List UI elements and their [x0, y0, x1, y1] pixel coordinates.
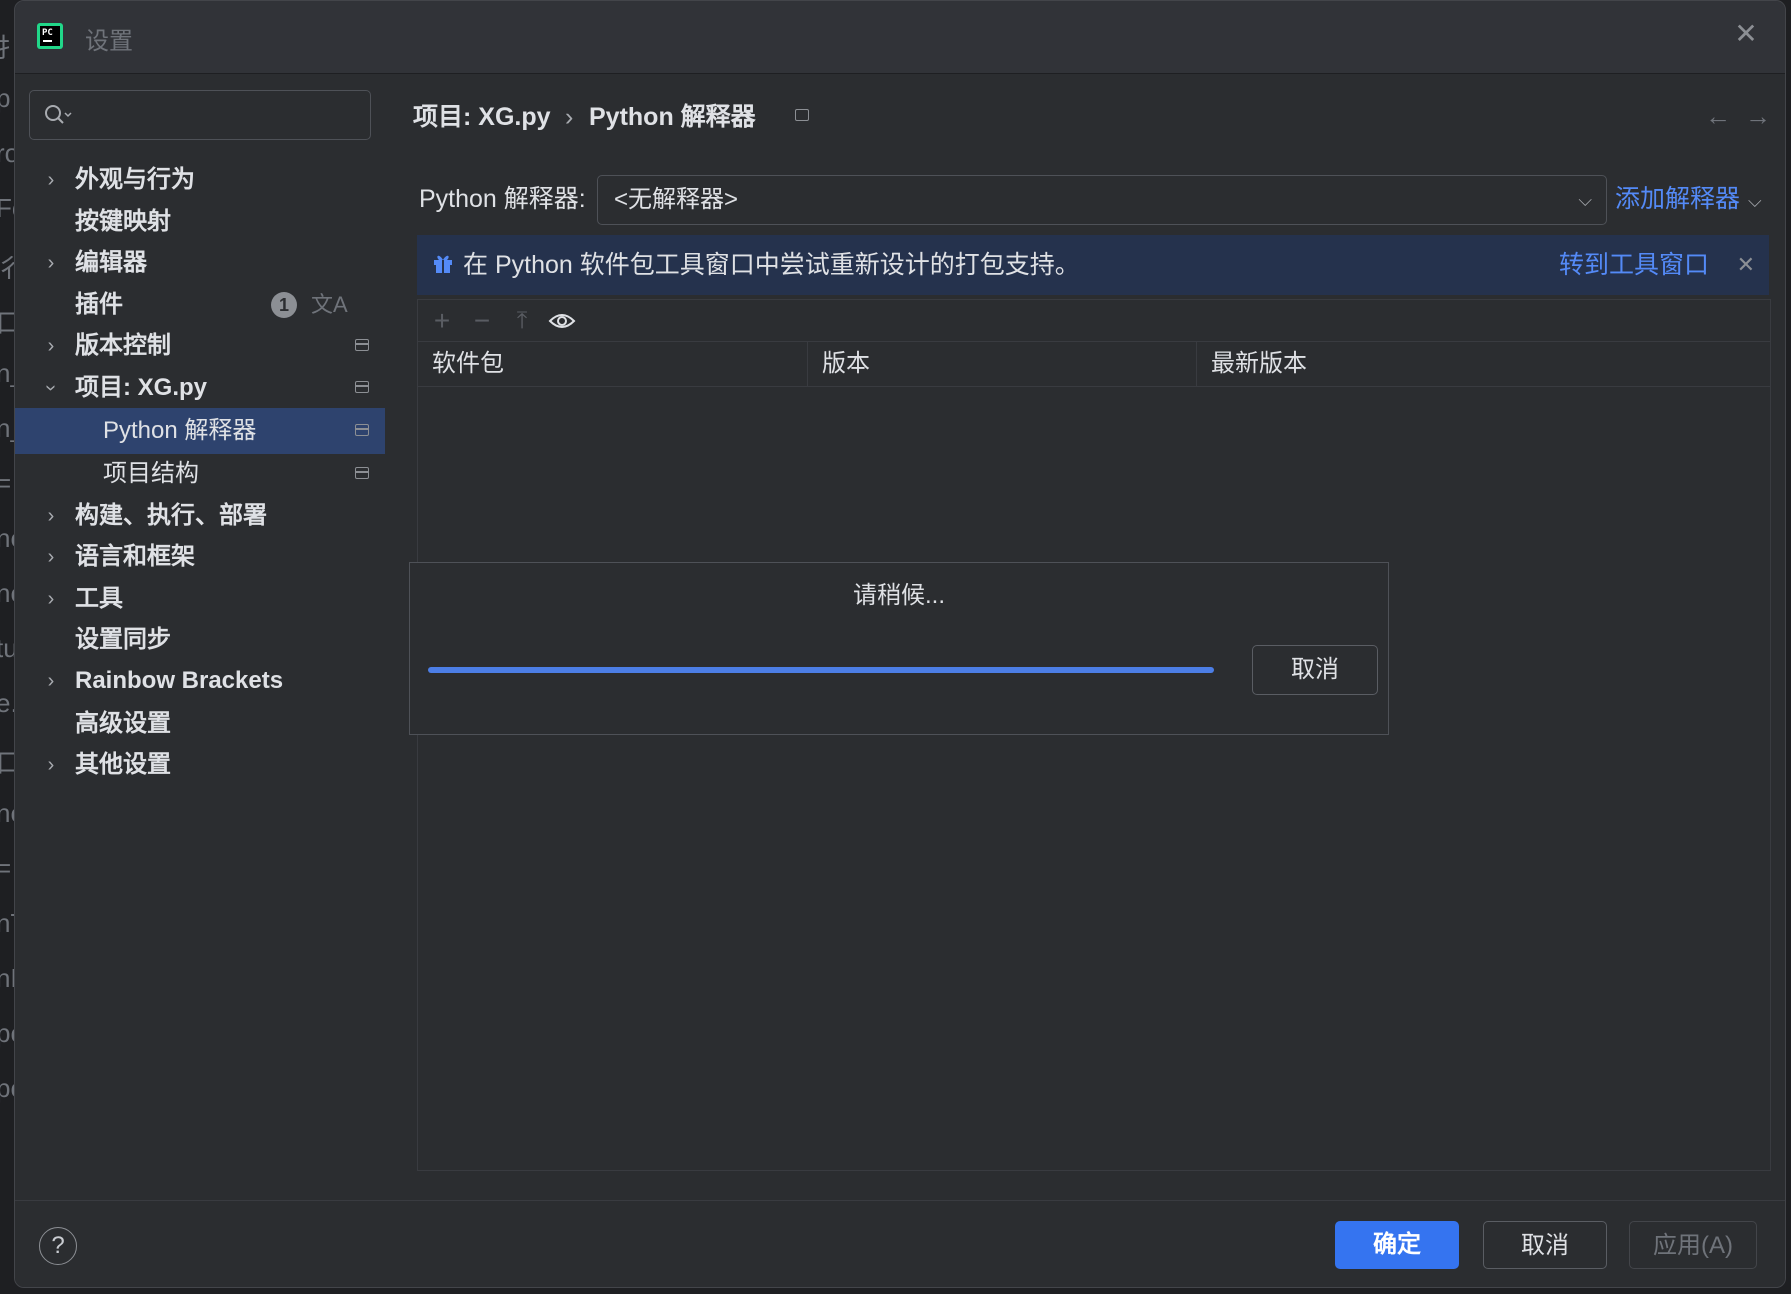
interpreter-select[interactable]: <无解释器> ⌵ — [597, 175, 1607, 225]
window-title: 设置 — [85, 28, 133, 55]
search-input[interactable] — [29, 90, 371, 140]
show-early-releases-icon[interactable] — [542, 300, 582, 342]
pycharm-logo-icon: PC — [37, 23, 63, 49]
upgrade-package-icon[interactable]: ⤒ — [502, 300, 542, 342]
breadcrumb-project[interactable]: 项目: XG.py — [413, 97, 551, 137]
chevron-right-icon: › — [47, 252, 55, 274]
sidebar-item-rainbow-brackets[interactable]: › Rainbow Brackets — [15, 658, 385, 704]
sidebar-item-appearance[interactable]: › 外观与行为 — [15, 157, 385, 203]
gift-icon — [434, 255, 452, 273]
project-scope-icon — [355, 381, 369, 393]
add-interpreter-label: 添加解释器 — [1615, 185, 1741, 213]
project-scope-icon — [355, 467, 369, 479]
background-code-fragment: = — [0, 468, 12, 498]
nav-arrows: ← → — [1691, 101, 1771, 132]
interpreter-label: Python 解释器: — [419, 185, 586, 213]
add-interpreter-link[interactable]: 添加解释器 ⌵ — [1615, 177, 1762, 223]
title-bar: PC 设置 ✕ — [15, 1, 1785, 74]
sidebar-item-tools[interactable]: › 工具 — [15, 576, 385, 622]
sidebar-item-project[interactable]: › 项目: XG.py — [15, 365, 385, 411]
project-scope-icon — [355, 339, 369, 351]
banner-close-icon[interactable]: ✕ — [1737, 235, 1755, 295]
background-code-fragment: = — [0, 853, 12, 883]
chevron-right-icon: › — [47, 588, 55, 610]
sidebar-item-other[interactable]: › 其他设置 — [15, 742, 385, 788]
forward-arrow-icon[interactable]: → — [1745, 101, 1771, 131]
sidebar-item-vcs[interactable]: › 版本控制 — [15, 323, 385, 369]
column-header-version[interactable]: 版本 — [808, 342, 1197, 386]
add-package-icon[interactable]: + — [422, 300, 462, 342]
help-icon[interactable]: ? — [39, 1227, 77, 1265]
packages-toolbar: + − ⤒ — [417, 299, 1771, 342]
wait-message: 请稍候... — [852, 582, 945, 609]
banner-text: 在 Python 软件包工具窗口中尝试重新设计的打包支持。 — [463, 251, 1080, 279]
sidebar-item-build[interactable]: › 构建、执行、部署 — [15, 493, 385, 539]
chevron-right-icon: › — [47, 670, 55, 692]
ok-button[interactable]: 确定 — [1335, 1221, 1459, 1269]
cancel-button[interactable]: 取消 — [1483, 1221, 1607, 1269]
chevron-right-icon: › — [47, 335, 55, 357]
sidebar-item-languages[interactable]: › 语言和框架 — [15, 534, 385, 580]
dialog-footer: ? 确定 取消 应用(A) — [15, 1200, 1785, 1287]
chevron-right-icon: › — [47, 546, 55, 568]
packages-table: 软件包 版本 最新版本 — [417, 341, 1771, 1171]
sidebar-item-advanced[interactable]: 高级设置 — [15, 701, 385, 747]
chevron-right-icon: › — [47, 505, 55, 527]
packaging-banner: 在 Python 软件包工具窗口中尝试重新设计的打包支持。 转到工具窗口 ✕ — [417, 235, 1769, 295]
remove-package-icon[interactable]: − — [462, 300, 502, 342]
project-scope-icon — [355, 424, 369, 436]
background-editor-strip: 扌proFo彳口n_n_=nenetue.口ne=nTnEpcpc — [0, 0, 28, 1294]
background-code-fragment: p — [0, 83, 11, 113]
chevron-right-icon: › — [47, 169, 55, 191]
column-header-package[interactable]: 软件包 — [418, 342, 808, 386]
go-to-tool-window-link[interactable]: 转到工具窗口 — [1559, 235, 1709, 295]
progress-bar — [428, 667, 1214, 673]
sidebar-item-settings-sync[interactable]: 设置同步 — [15, 617, 385, 663]
translate-icon: 文A — [311, 292, 348, 317]
close-icon[interactable]: ✕ — [1731, 19, 1761, 49]
chevron-right-icon: › — [47, 754, 55, 776]
sidebar-item-python-interpreter[interactable]: Python 解释器 — [15, 408, 385, 454]
column-header-latest-version[interactable]: 最新版本 — [1197, 342, 1770, 386]
apply-button[interactable]: 应用(A) — [1629, 1221, 1757, 1269]
chevron-down-icon: ⌵ — [1578, 190, 1592, 210]
sidebar-item-project-structure[interactable]: 项目结构 — [15, 451, 385, 497]
chevron-down-icon: › — [40, 384, 62, 392]
search-icon — [45, 105, 72, 124]
back-arrow-icon[interactable]: ← — [1705, 101, 1731, 131]
wait-cancel-button[interactable]: 取消 — [1252, 645, 1378, 695]
sidebar-item-editor[interactable]: › 编辑器 — [15, 240, 385, 286]
breadcrumb-page: Python 解释器 — [589, 103, 756, 131]
settings-dialog: PC 设置 ✕ › 外观与行为 按键映射 › 编辑器 插件 1 文A › 版本控… — [14, 0, 1786, 1288]
settings-sidebar: › 外观与行为 按键映射 › 编辑器 插件 1 文A › 版本控制 › 项目: … — [15, 74, 385, 1194]
please-wait-dialog: 请稍候... 取消 — [409, 562, 1389, 735]
chevron-down-icon: ⌵ — [1748, 191, 1762, 211]
project-scope-icon — [795, 109, 809, 121]
breadcrumb-separator-icon: › — [565, 103, 574, 131]
sidebar-item-plugins[interactable]: 插件 1 文A — [15, 282, 385, 328]
plugin-update-badge: 1 — [271, 292, 297, 318]
table-header: 软件包 版本 最新版本 — [418, 342, 1770, 387]
sidebar-item-keymap[interactable]: 按键映射 — [15, 199, 385, 245]
interpreter-selected-value: <无解释器> — [614, 186, 739, 213]
